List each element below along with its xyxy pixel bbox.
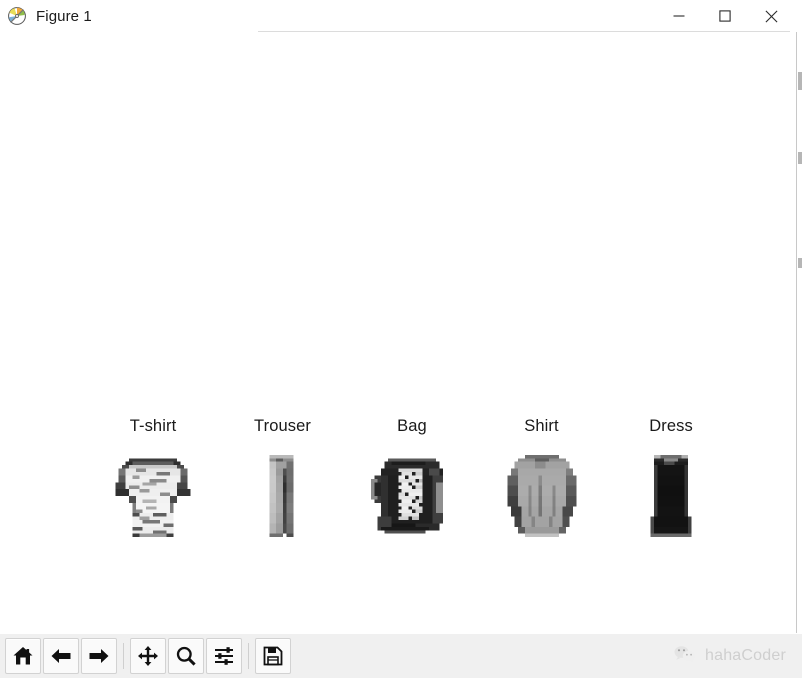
subplot-cell-trouser: Trouser bbox=[222, 418, 344, 544]
fashion-mnist-dress-image bbox=[623, 447, 719, 544]
sliders-icon bbox=[213, 645, 235, 667]
toolbar-separator-2 bbox=[248, 643, 249, 669]
floppy-disk-icon bbox=[262, 645, 284, 667]
subplot-cell-shirt: Shirt bbox=[481, 418, 603, 544]
home-button[interactable] bbox=[5, 638, 41, 674]
title-bar: Figure 1 bbox=[0, 0, 802, 32]
fashion-mnist-trouser-image bbox=[234, 447, 331, 544]
subplot-title-shirt: Shirt bbox=[524, 417, 559, 435]
home-icon bbox=[12, 645, 34, 667]
window-controls bbox=[656, 0, 794, 32]
subplot-title-tshirt: T-shirt bbox=[129, 417, 177, 435]
move-icon bbox=[137, 645, 159, 667]
window-title: Figure 1 bbox=[36, 7, 92, 25]
subplot-cell-dress: Dress bbox=[610, 418, 732, 544]
back-button[interactable] bbox=[43, 638, 79, 674]
watermark: hahaCoder bbox=[673, 634, 786, 678]
figure-window: Figure 1 T-shirt Trouser Bag Shirt Dress… bbox=[0, 0, 802, 678]
forward-button[interactable] bbox=[81, 638, 117, 674]
minimize-button[interactable] bbox=[656, 0, 702, 32]
subplot-title-bag: Bag bbox=[397, 417, 427, 435]
watermark-text: hahaCoder bbox=[705, 647, 786, 664]
subplot-cell-tshirt: T-shirt bbox=[92, 418, 214, 544]
figure-canvas[interactable]: T-shirt Trouser Bag Shirt Dress bbox=[0, 32, 802, 633]
navigation-toolbar: hahaCoder bbox=[0, 633, 802, 678]
maximize-button[interactable] bbox=[702, 0, 748, 32]
wechat-icon bbox=[673, 644, 697, 669]
subplot-cell-bag: Bag bbox=[351, 418, 473, 544]
title-bar-left: Figure 1 bbox=[0, 0, 92, 32]
subplot-title-trouser: Trouser bbox=[254, 417, 311, 435]
matplotlib-icon bbox=[7, 6, 27, 26]
background-window-scrollbar[interactable] bbox=[796, 32, 802, 633]
close-button[interactable] bbox=[748, 0, 794, 32]
arrow-left-icon bbox=[50, 645, 72, 667]
configure-subplots-button[interactable] bbox=[206, 638, 242, 674]
pan-button[interactable] bbox=[130, 638, 166, 674]
zoom-button[interactable] bbox=[168, 638, 204, 674]
magnifier-icon bbox=[175, 645, 197, 667]
fashion-mnist-bag-image bbox=[364, 447, 460, 544]
subplot-grid: T-shirt Trouser Bag Shirt Dress bbox=[92, 418, 732, 570]
fashion-mnist-shirt-image bbox=[493, 447, 590, 544]
fashion-mnist-tshirt-image bbox=[105, 447, 201, 544]
toolbar-separator bbox=[123, 643, 124, 669]
subplot-title-dress: Dress bbox=[649, 417, 693, 435]
save-button[interactable] bbox=[255, 638, 291, 674]
arrow-right-icon bbox=[88, 645, 110, 667]
